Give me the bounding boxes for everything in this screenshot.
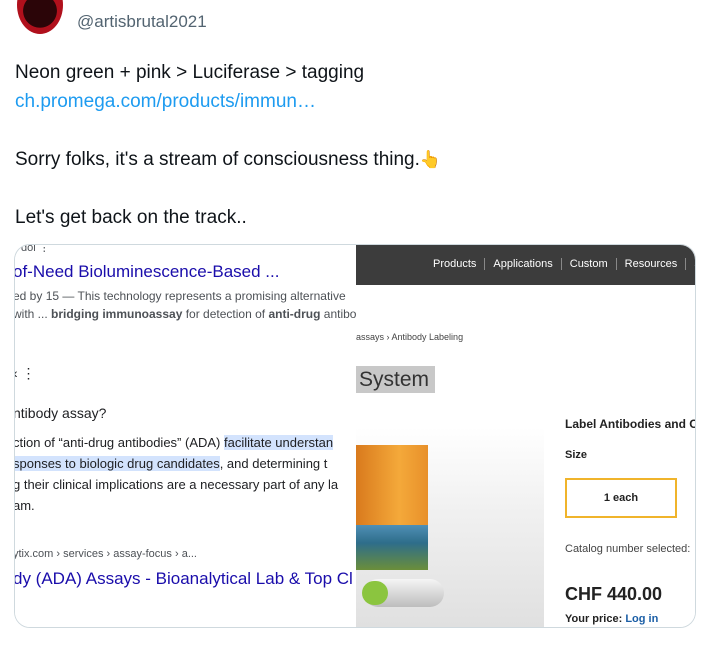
snippet-text: antibo: [320, 307, 356, 321]
nav-resources: Resources: [624, 258, 678, 270]
your-price-label: Your price:: [565, 613, 626, 625]
tweet-link[interactable]: ch.promega.com/products/immun…: [15, 91, 316, 112]
nav-custom: Custom: [569, 258, 608, 270]
tweet-line-2: Sorry folks, it's a stream of consciousn…: [15, 145, 695, 174]
product-label-title: Label Antibodies and O: [565, 417, 695, 431]
snippet-bold: anti-drug: [268, 307, 321, 321]
tweet-line-2-text: Sorry folks, it's a stream of consciousn…: [15, 149, 420, 170]
pointing-up-icon: 👆: [419, 150, 442, 169]
result2-url: ytix.com › services › assay-focus › a...: [15, 548, 197, 560]
product-box-front: [356, 525, 428, 570]
chevron-icon: ‹ ⋮: [15, 365, 36, 381]
tweet-line-1: Neon green + pink > Luciferase > tagging: [15, 62, 365, 83]
price: CHF 440.00: [565, 584, 663, 604]
user-handle[interactable]: @artisbrutal2021: [77, 12, 207, 32]
tweet-line-3: Let's get back on the track..: [15, 207, 247, 228]
answer-text: ction of “anti-drug antibodies” (ADA): [15, 435, 224, 450]
answer-text: , and determining t: [219, 456, 328, 471]
answer-line-1: ction of “anti-drug antibodies” (ADA) fa…: [15, 435, 334, 450]
catalog-number: Catalog number selected:: [565, 543, 691, 555]
answer-line-3: g their clinical implications are a nece…: [15, 477, 339, 492]
result1-snippet-2: with ... bridging immunoassay for detect…: [15, 307, 356, 321]
answer-line-2: sponses to biologic drug candidates, and…: [15, 456, 327, 471]
product-page-screenshot: Products Applications Custom Resources Su as…: [356, 245, 695, 627]
snippet-text: for detection of: [182, 307, 269, 321]
snippet-text: with ...: [15, 307, 52, 321]
nav-products: Products: [433, 258, 477, 270]
site-navbar: Products Applications Custom Resources Su: [356, 245, 695, 285]
product-title: System: [356, 366, 435, 393]
answer-line-4: am.: [15, 498, 35, 513]
answer-highlight: facilitate understan: [223, 435, 334, 450]
result1-meta: doi ⋮: [21, 245, 50, 254]
result1-title: of-Need Bioluminescence-Based ...: [15, 262, 280, 281]
size-option: 1 each: [565, 478, 677, 518]
search-results-screenshot: doi ⋮ of-Need Bioluminescence-Based ... …: [15, 245, 356, 627]
tweet-media-image[interactable]: doi ⋮ of-Need Bioluminescence-Based ... …: [14, 244, 696, 628]
question-text: ntibody assay?: [15, 405, 107, 421]
your-price: Your price: Log in: [565, 613, 658, 625]
breadcrumb: assays › Antibody Labeling: [356, 332, 464, 342]
size-label: Size: [565, 449, 588, 461]
result2-title: dy (ADA) Assays - Bioanalytical Lab & To…: [15, 569, 353, 588]
avatar[interactable]: [17, 0, 63, 34]
vial-cap: [362, 581, 388, 605]
tweet-text: Neon green + pink > Luciferase > tagging…: [15, 58, 695, 232]
login-link: Log in: [625, 613, 659, 625]
nav-applications: Applications: [493, 258, 553, 270]
result1-snippet-1: ed by 15 — This technology represents a …: [15, 289, 346, 303]
snippet-bold: bridging immunoassay: [51, 307, 183, 321]
answer-highlight: sponses to biologic drug candidates: [15, 456, 220, 471]
nav-support: Su: [694, 258, 695, 270]
